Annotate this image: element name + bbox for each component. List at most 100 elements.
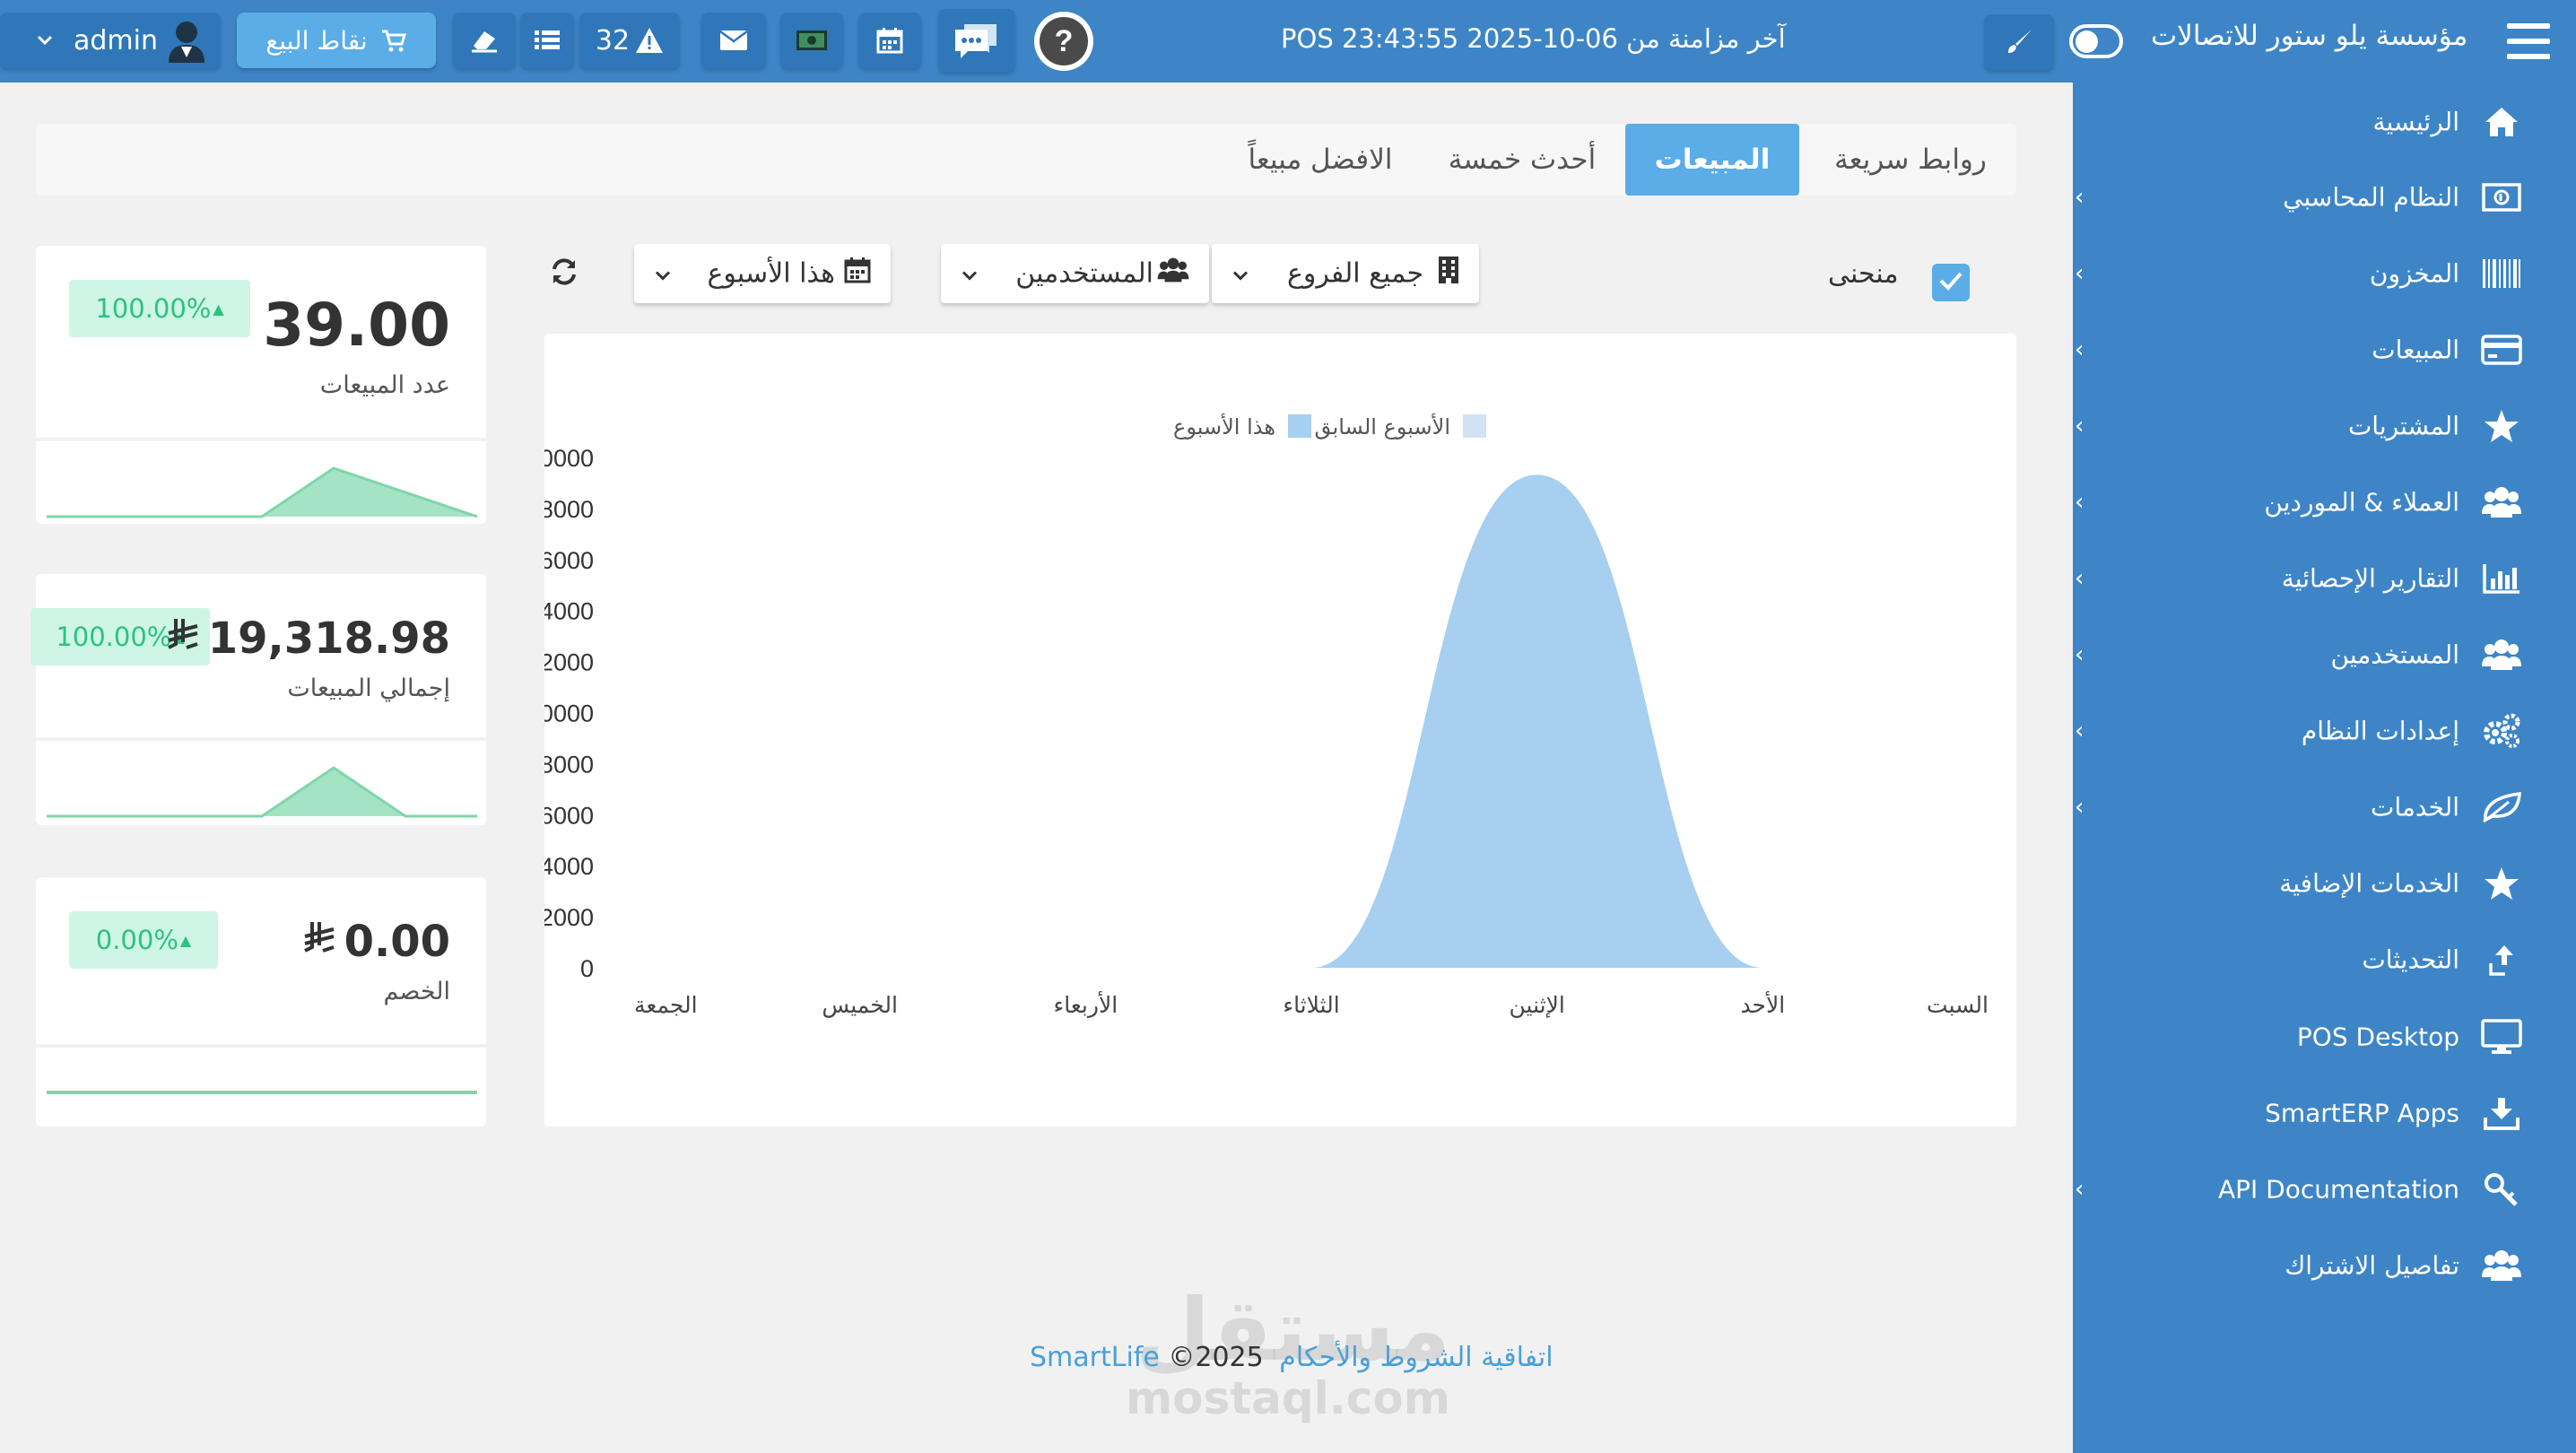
sparkline — [47, 1091, 477, 1094]
users-label: المستخدمين — [1015, 257, 1153, 290]
x-tick-label: الثلاثاء — [1283, 992, 1339, 1018]
alerts-button[interactable]: 32 — [579, 13, 680, 68]
legend-label[interactable]: هذا الأسبوع — [1173, 413, 1275, 439]
tab-best-selling[interactable]: الافضل مبيعاً — [1222, 124, 1419, 196]
sidebar-item-purchases[interactable]: ‹ المشتريات — [2073, 390, 2576, 462]
sidebar-item-label: الخدمات الإضافية — [2279, 868, 2459, 899]
sidebar-item-updates[interactable]: التحديثات — [2073, 924, 2576, 996]
sidebar-item-label: API Documentation — [2217, 1174, 2459, 1205]
growth-value: 100.00% — [56, 622, 172, 652]
period-label: هذا الأسبوع — [707, 257, 835, 290]
star-icon — [2481, 405, 2522, 447]
sidebar-item-home[interactable]: الرئيسية — [2073, 86, 2576, 158]
calendar-button[interactable] — [858, 13, 921, 68]
eraser-button[interactable] — [453, 13, 516, 68]
warning-icon — [635, 27, 664, 54]
chevron-left-icon: ‹ — [2075, 260, 2084, 287]
y-tick-label: 12000 — [544, 649, 594, 676]
period-dropdown[interactable]: هذا الأسبوع — [634, 244, 891, 303]
star-icon — [2481, 863, 2522, 904]
sidebar-toggle-switch[interactable] — [2069, 24, 2123, 58]
sidebar-item-api-documentation[interactable]: ‹ API Documentation — [2073, 1153, 2576, 1225]
sidebar-item-pos-desktop[interactable]: POS Desktop — [2073, 1001, 2576, 1073]
sidebar-item-additional-services[interactable]: الخدمات الإضافية — [2073, 848, 2576, 919]
cash-button[interactable] — [780, 13, 843, 68]
barcode-icon — [2481, 253, 2522, 294]
branches-dropdown[interactable]: جميع الفروع — [1212, 244, 1479, 303]
sidebar-item-inventory[interactable]: ‹ المخزون — [2073, 238, 2576, 309]
refresh-icon — [549, 258, 579, 291]
tab-sales[interactable]: المبيعات — [1625, 124, 1799, 196]
stat-label: عدد المبيعات — [319, 371, 450, 399]
sidebar-item-label: إعدادات النظام — [2301, 716, 2459, 746]
sidebar-item-system-settings[interactable]: ‹ إعدادات النظام — [2073, 695, 2576, 767]
messages-button[interactable] — [701, 13, 766, 68]
tab-latest-five[interactable]: أحدث خمسة — [1428, 124, 1616, 196]
sidebar-item-label: المبيعات — [2371, 335, 2459, 365]
user-menu-button[interactable]: admin — [0, 13, 221, 68]
chat-button[interactable] — [938, 9, 1015, 72]
stat-value: 39.00 — [263, 291, 450, 360]
sidebar-item-label: الخدمات — [2371, 792, 2459, 822]
sidebar-item-smarterp-apps[interactable]: SmartERP Apps — [2073, 1077, 2576, 1149]
users-icon — [1157, 257, 1189, 291]
y-tick-label: 8000 — [544, 751, 594, 778]
envelope-icon — [719, 30, 748, 51]
menu-toggle-button[interactable] — [2507, 22, 2550, 61]
y-tick-label: 18000 — [544, 496, 594, 523]
bar-chart-icon — [2481, 558, 2522, 599]
y-tick-label: 10000 — [544, 700, 594, 727]
dashboard-tabs: روابط سريعة المبيعات أحدث خمسة الافضل مب… — [36, 124, 2016, 196]
list-button[interactable] — [520, 13, 574, 68]
sales-chart-card: الأسبوع السابق هذا الأسبوع 0 2000 4000 6000 8… — [544, 334, 2016, 1127]
money-icon — [2481, 177, 2522, 218]
stat-label: إجمالي المبيعات — [287, 674, 450, 702]
brand-link[interactable]: SmartLife — [1030, 1342, 1160, 1373]
stat-value-text: 19,318.98 — [207, 613, 450, 664]
paintbrush-icon — [2005, 28, 2033, 57]
users-dropdown[interactable]: المستخدمين — [941, 244, 1209, 303]
sidebar-item-sales[interactable]: ‹ المبيعات — [2073, 314, 2576, 386]
refresh-button[interactable] — [549, 257, 583, 291]
help-button[interactable]: ? — [1034, 12, 1093, 71]
sidebar-item-label: POS Desktop — [2296, 1022, 2459, 1052]
curve-checkbox[interactable] — [1932, 264, 1970, 301]
sidebar-item-label: الرئيسية — [2372, 107, 2459, 137]
chevron-down-icon — [1231, 258, 1249, 290]
upload-icon — [2481, 939, 2522, 980]
stat-card-sales-count: 100.00% ▲ 39.00 عدد المبيعات — [36, 246, 486, 524]
legend-label[interactable]: الأسبوع السابق — [1315, 413, 1450, 439]
caret-up-icon: ▲ — [213, 300, 224, 318]
sidebar-item-label: العملاء & الموردين — [2264, 487, 2459, 518]
growth-badge: 100.00% ▲ — [69, 280, 250, 337]
top-bar: admin نقاط البيع 32 ? آخر مزامنة من POS … — [0, 0, 2576, 83]
check-icon — [1938, 271, 1963, 294]
sidebar: الرئيسية ‹ النظام المحاسبي ‹ المخزون ‹ ا… — [2073, 83, 2576, 1453]
growth-value: 0.00% — [95, 925, 178, 955]
pos-label: نقاط البيع — [265, 25, 368, 56]
sidebar-item-customers-suppliers[interactable]: ‹ العملاء & الموردين — [2073, 466, 2576, 538]
sidebar-item-accounting[interactable]: ‹ النظام المحاسبي — [2073, 161, 2576, 233]
riyal-icon — [167, 613, 201, 664]
pos-button[interactable]: نقاط البيع — [237, 13, 436, 68]
tab-quick-links[interactable]: روابط سريعة — [1812, 124, 2009, 196]
sidebar-item-subscription[interactable]: تفاصيل الاشتراك — [2073, 1230, 2576, 1301]
sidebar-item-label: المخزون — [2369, 258, 2459, 289]
theme-button[interactable] — [1984, 14, 2054, 70]
chevron-down-icon — [654, 258, 672, 290]
branches-label: جميع الفروع — [1286, 257, 1423, 290]
hamburger-icon — [2507, 23, 2550, 65]
sync-status: آخر مزامنة من POS 23:43:55 2025-10-06 — [1281, 23, 1786, 54]
terms-link[interactable]: اتفاقية الشروط والأحكام — [1279, 1342, 1553, 1373]
chevron-left-icon: ‹ — [2075, 1176, 2084, 1203]
users-icon — [2481, 634, 2522, 675]
sidebar-item-services[interactable]: ‹ الخدمات — [2073, 771, 2576, 843]
sidebar-item-reports[interactable]: ‹ التقارير الإحصائية — [2073, 543, 2576, 614]
sidebar-item-label: النظام المحاسبي — [2283, 182, 2459, 213]
stat-label: الخصم — [383, 978, 450, 1005]
leaf-icon — [2481, 787, 2522, 828]
y-tick-label: 2000 — [544, 904, 594, 931]
area-series — [634, 474, 1989, 968]
chevron-left-icon: ‹ — [2075, 336, 2084, 363]
sidebar-item-users[interactable]: ‹ المستخدمين — [2073, 619, 2576, 691]
